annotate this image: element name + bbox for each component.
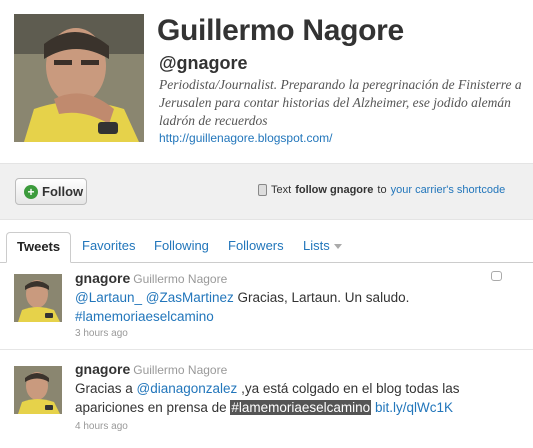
tab-tweets[interactable]: Tweets — [6, 232, 72, 263]
tweet-text-pre: Gracias a — [75, 381, 137, 396]
tweet-avatar[interactable] — [14, 366, 62, 414]
profile-bio: Periodista/Journalist. Preparando la per… — [159, 77, 522, 128]
tab-followers-label: Followers — [228, 238, 284, 253]
mention-link[interactable]: @Lartaun_ — [75, 290, 142, 305]
follow-button-label: Follow — [42, 184, 84, 199]
tweet-text-body: Gracias, Lartaun. Un saludo. — [233, 290, 410, 305]
tweet-item: gnagore Guillermo Nagore Gracias a @diana… — [0, 351, 533, 448]
tab-tweets-label: Tweets — [17, 239, 61, 254]
tab-followers[interactable]: Followers — [228, 232, 284, 262]
tab-lists[interactable]: Lists — [303, 232, 342, 262]
profile-tabs: Tweets Favorites Following Followers Lis… — [0, 232, 533, 263]
sms-prefix: Text — [271, 184, 292, 196]
tweet-avatar-photo — [14, 274, 62, 322]
tweet-timestamp[interactable]: 4 hours ago — [75, 421, 128, 432]
tweet-text: Gracias a @dianagonzalez ,ya está colgad… — [75, 379, 515, 417]
mention-link[interactable]: @dianagonzalez — [137, 381, 238, 396]
tab-following-label: Following — [154, 238, 209, 253]
tab-lists-label: Lists — [303, 238, 330, 253]
tweet-fullname: Guillermo Nagore — [133, 272, 228, 286]
follow-plus-icon: + — [24, 184, 38, 199]
follow-button[interactable]: + Follow — [15, 178, 87, 205]
tweet-header: gnagore Guillermo Nagore — [75, 270, 227, 286]
follow-bar: + Follow Text follow gnagore to your car… — [0, 163, 533, 220]
profile-name: Guillermo Nagore — [157, 14, 404, 47]
tweet-header: gnagore Guillermo Nagore — [75, 361, 227, 377]
carrier-shortcode-link[interactable]: your carrier's shortcode — [391, 184, 506, 196]
tab-favorites[interactable]: Favorites — [82, 232, 135, 262]
reply-icon[interactable] — [491, 271, 502, 281]
tweet-item: gnagore Guillermo Nagore @Lartaun_ @ZasMa… — [0, 262, 533, 350]
phone-icon — [258, 184, 267, 196]
sms-command: follow gnagore — [295, 184, 374, 196]
tweet-timestamp[interactable]: 3 hours ago — [75, 328, 128, 339]
tweet-username[interactable]: gnagore — [75, 361, 130, 377]
tweet-username[interactable]: gnagore — [75, 270, 130, 286]
tweet-avatar[interactable] — [14, 274, 62, 322]
tweet-fullname: Guillermo Nagore — [133, 363, 228, 377]
mention-link[interactable]: @ZasMartinez — [146, 290, 234, 305]
short-url-link[interactable]: bit.ly/qlWc1K — [375, 400, 453, 415]
sms-follow-info: Text follow gnagore to your carrier's sh… — [258, 184, 505, 196]
caret-down-icon — [333, 244, 342, 250]
profile-url-link[interactable]: http://guillenagore.blogspot.com/ — [159, 131, 332, 145]
profile-photo — [14, 14, 144, 142]
tab-following[interactable]: Following — [154, 232, 209, 262]
profile-handle: @gnagore — [159, 53, 248, 73]
tweet-avatar-photo — [14, 366, 62, 414]
hashtag-link[interactable]: #lamemoriaeselcamino — [230, 400, 372, 415]
tweet-text: @Lartaun_ @ZasMartinez Gracias, Lartaun.… — [75, 288, 515, 326]
sms-to: to — [377, 184, 387, 196]
tab-favorites-label: Favorites — [82, 238, 136, 253]
profile-avatar[interactable] — [14, 14, 144, 142]
hashtag-link[interactable]: #lamemoriaeselcamino — [75, 309, 214, 324]
